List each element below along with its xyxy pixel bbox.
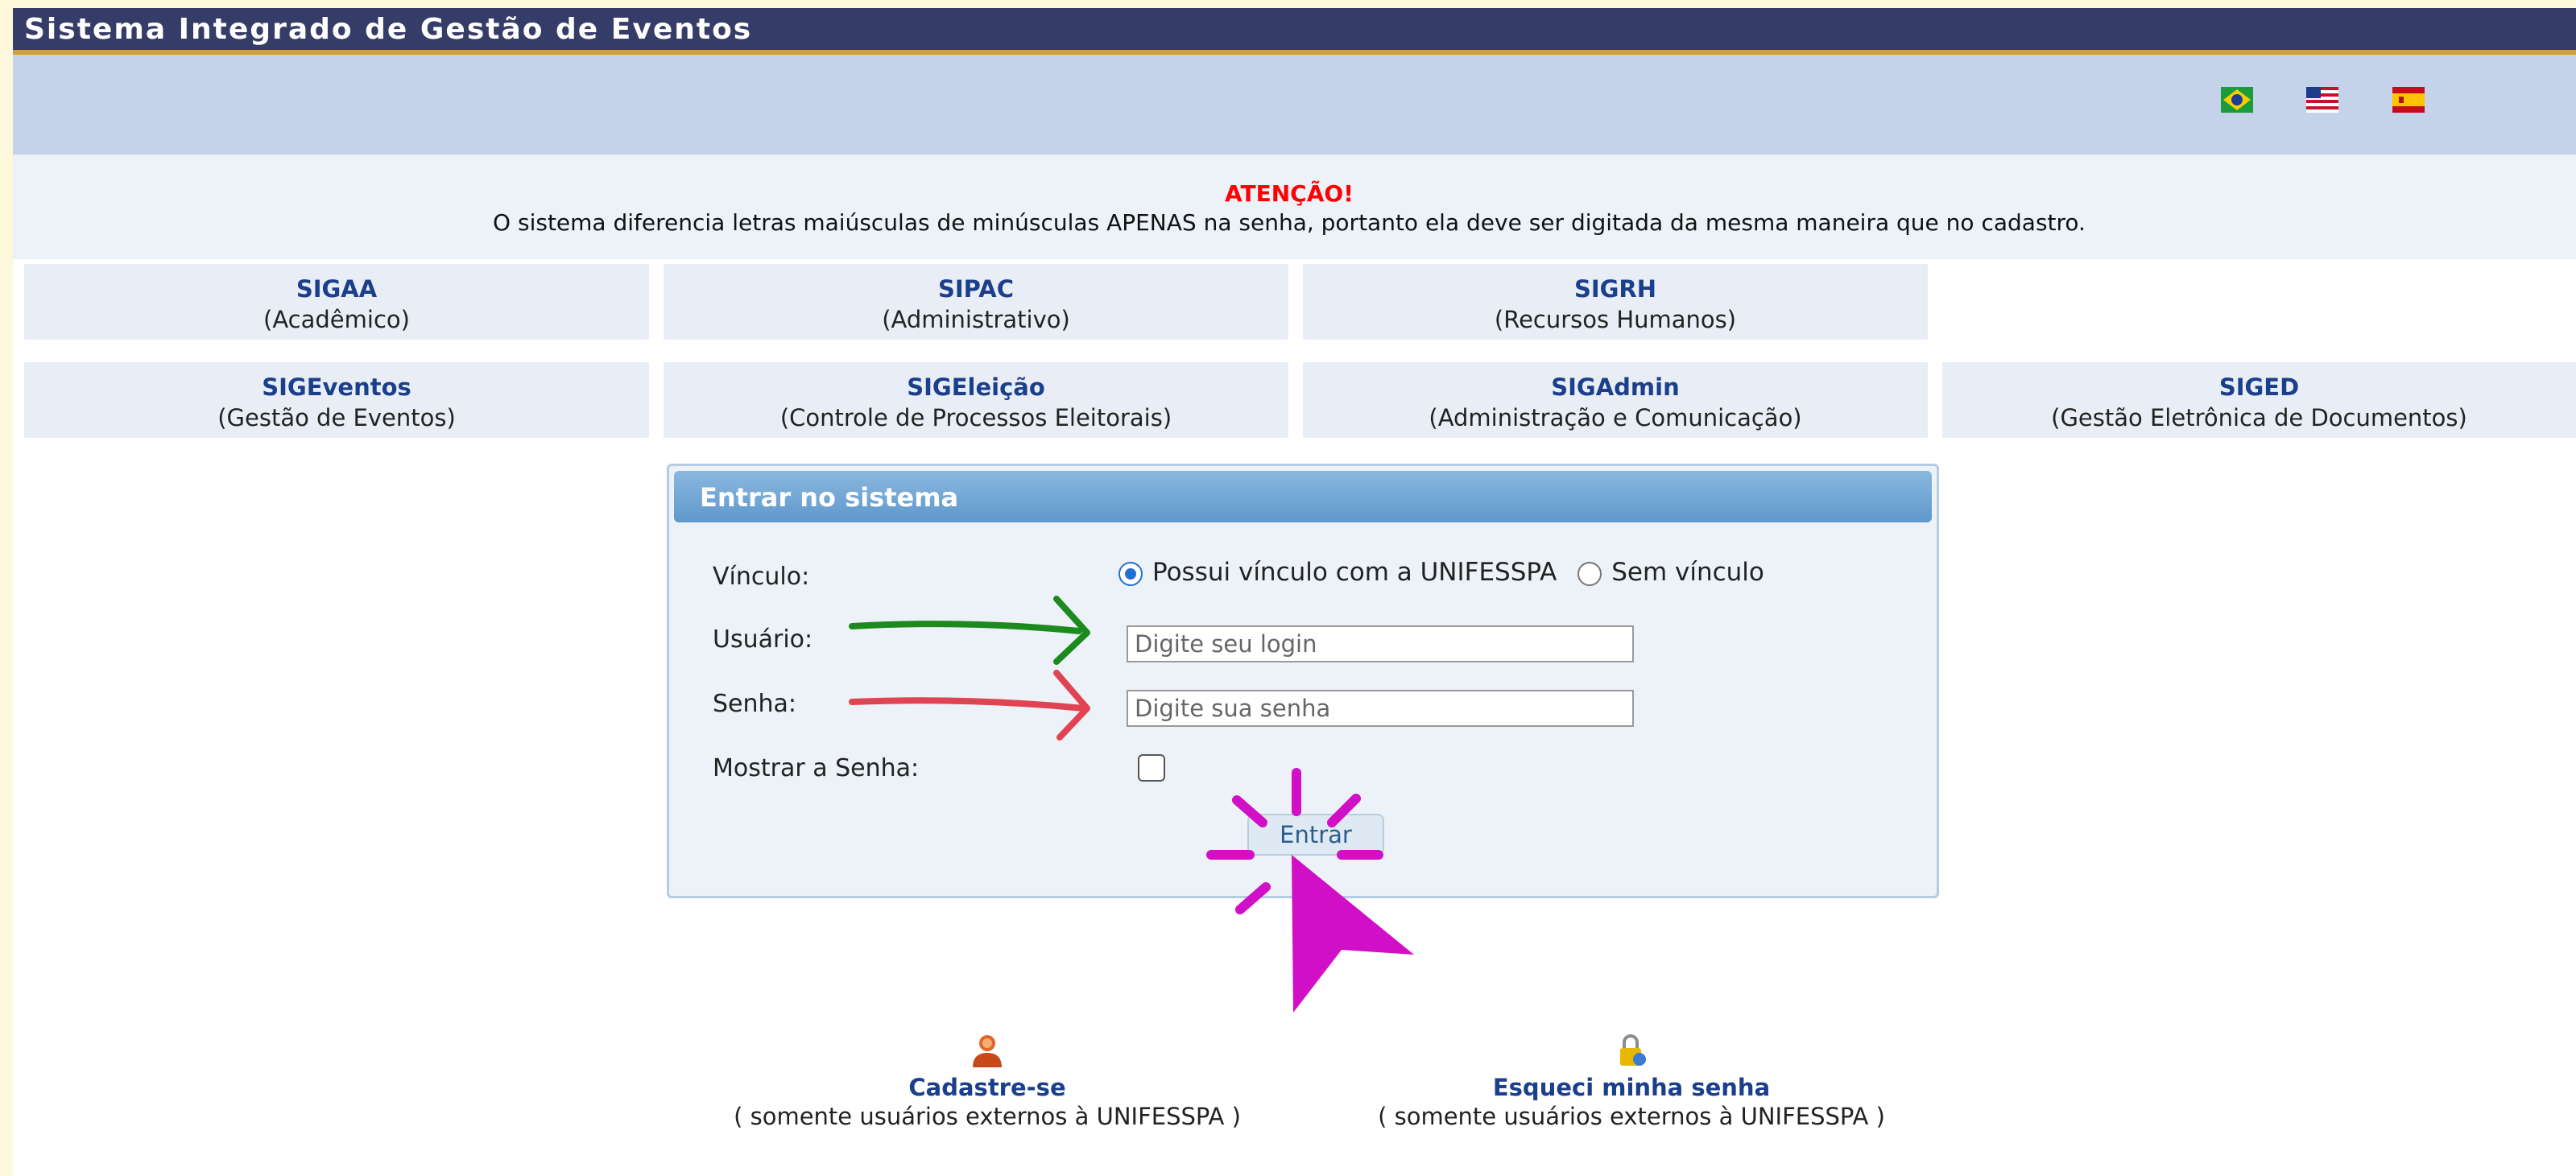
system-name: SIGED <box>2218 373 2300 401</box>
brazil-flag-icon[interactable] <box>2221 87 2253 113</box>
system-link-sipac[interactable]: SIPAC (Administrativo) <box>664 264 1288 340</box>
page: Sistema Integrado de Gestão de Eventos A… <box>13 8 2576 1176</box>
radio-possui-vinculo-label[interactable]: Possui vínculo com a UNIFESSPA <box>1152 558 1557 587</box>
system-link-sigeventos[interactable]: SIGEventos (Gestão de Eventos) <box>24 362 649 438</box>
system-desc: (Controle de Processos Eleitorais) <box>779 404 1172 431</box>
system-name: SIGEleição <box>907 373 1045 401</box>
system-link-sigrh[interactable]: SIGRH (Recursos Humanos) <box>1303 264 1928 340</box>
system-name: SIGAA <box>296 275 378 303</box>
usuario-label: Usuário: <box>713 625 813 654</box>
vinculo-radio-group: Possui vínculo com a UNIFESSPA Sem víncu… <box>1118 558 1764 587</box>
language-bar <box>13 55 2576 155</box>
password-input[interactable] <box>1127 690 1634 727</box>
login-title: Entrar no sistema <box>700 482 959 513</box>
notice-panel: ATENÇÃO! O sistema diferencia letras mai… <box>13 155 2576 259</box>
system-name: SIGAdmin <box>1551 373 1680 401</box>
show-password-label: Mostrar a Senha: <box>713 754 920 782</box>
system-link-sigaa[interactable]: SIGAA (Acadêmico) <box>24 264 649 340</box>
username-input[interactable] <box>1127 625 1634 662</box>
system-link-siged[interactable]: SIGED (Gestão Eletrônica de Documentos) <box>1942 362 2576 438</box>
system-desc: (Gestão Eletrônica de Documentos) <box>2051 404 2467 431</box>
radio-sem-vinculo-label[interactable]: Sem vínculo <box>1611 558 1764 587</box>
system-link-sigadmin[interactable]: SIGAdmin (Administração e Comunicação) <box>1303 362 1928 438</box>
system-desc: (Gestão de Eventos) <box>217 404 456 431</box>
lock-key-icon <box>1620 1034 1646 1066</box>
register-link[interactable]: Cadastre-se <box>705 1074 1269 1101</box>
forgot-password-link-block: Esqueci minha senha ( somente usuários e… <box>1350 1032 1913 1130</box>
show-password-checkbox[interactable] <box>1138 754 1165 782</box>
senha-label: Senha: <box>713 690 797 718</box>
system-desc: (Recursos Humanos) <box>1494 306 1737 333</box>
user-register-icon <box>973 1035 1002 1067</box>
login-panel: Entrar no sistema Vínculo: Possui víncul… <box>667 464 1939 898</box>
system-desc: (Administrativo) <box>882 306 1070 333</box>
radio-sem-vinculo[interactable] <box>1577 561 1602 586</box>
system-desc: (Administração e Comunicação) <box>1429 404 1802 431</box>
notice-text: O sistema diferencia letras maiúsculas d… <box>493 209 2086 236</box>
system-name: SIPAC <box>938 275 1014 303</box>
spain-flag-icon[interactable] <box>2392 87 2425 113</box>
system-name: SIGRH <box>1573 275 1657 303</box>
system-link-sigeleicao[interactable]: SIGEleição (Controle de Processos Eleito… <box>664 362 1288 438</box>
system-desc: (Acadêmico) <box>263 306 410 333</box>
vinculo-label: Vínculo: <box>713 563 810 591</box>
title-bar: Sistema Integrado de Gestão de Eventos <box>13 8 2576 55</box>
system-name: SIGEventos <box>262 373 411 401</box>
app-title: Sistema Integrado de Gestão de Eventos <box>24 13 753 46</box>
attention-heading: ATENÇÃO! <box>1225 180 1354 207</box>
register-note: ( somente usuários externos à UNIFESSPA … <box>734 1103 1241 1130</box>
forgot-password-note: ( somente usuários externos à UNIFESSPA … <box>1378 1103 1885 1130</box>
register-link-block: Cadastre-se ( somente usuários externos … <box>705 1032 1269 1130</box>
radio-possui-vinculo[interactable] <box>1118 561 1143 586</box>
login-panel-header: Entrar no sistema <box>674 471 1932 522</box>
submit-button[interactable]: Entrar <box>1247 814 1384 856</box>
usa-flag-icon[interactable] <box>2306 87 2338 113</box>
forgot-password-link[interactable]: Esqueci minha senha <box>1350 1074 1913 1101</box>
